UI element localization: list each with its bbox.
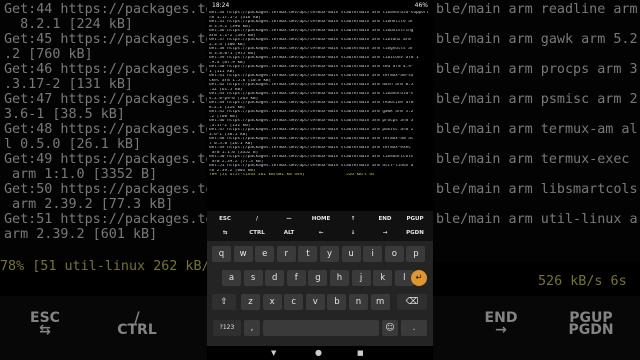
background-line: .2 [760 kB]: [4, 47, 93, 62]
backspace-icon[interactable]: ⌫: [397, 294, 427, 310]
background-right-line: ble/main arm readline arm: [436, 2, 638, 17]
key-a[interactable]: a: [222, 270, 241, 286]
extra-keys-bar: ESC / — HOME ↑ END PGUP ⇆ CTRL ALT ← ↓ →…: [207, 211, 433, 241]
key-w[interactable]: w: [233, 246, 253, 262]
navigation-bar: ▼ ● ■: [207, 346, 433, 360]
comma-key[interactable]: ,: [244, 320, 260, 336]
key-c[interactable]: c: [284, 294, 304, 310]
background-line: Get:51 https://packages.te: [4, 212, 214, 227]
background-right-line: ble/main arm gawk arm 5.2: [436, 32, 638, 47]
extra-key-tab[interactable]: ⇆: [207, 230, 243, 236]
background-right-line: ble/main arm psmisc arm 2: [436, 92, 638, 107]
bg-key-right: →: [495, 322, 507, 338]
home-icon[interactable]: ●: [315, 348, 322, 357]
background-right-line: ble/main arm libsmartcols: [436, 182, 638, 197]
key-j[interactable]: j: [351, 270, 371, 286]
key-i[interactable]: i: [363, 246, 383, 262]
keyboard-row-2: a s d f g h j k l ↵: [207, 268, 433, 288]
background-line: 8.2.1 [224 kB]: [4, 17, 133, 32]
back-icon[interactable]: ▼: [271, 349, 276, 357]
bg-key-ctrl: CTRL: [117, 322, 157, 338]
background-line: l 0.5.0 [26.1 kB]: [4, 137, 142, 152]
key-q[interactable]: q: [212, 246, 231, 262]
background-line: Get:47 https://packages.te: [4, 92, 214, 107]
extra-key-down[interactable]: ↓: [335, 230, 371, 236]
key-t[interactable]: t: [298, 246, 318, 262]
background-progress-right: 526 kB/s 6s: [538, 274, 627, 289]
background-line: Get:48 https://packages.te: [4, 122, 214, 137]
status-time: 18:24: [212, 2, 230, 9]
key-z[interactable]: z: [241, 294, 260, 310]
key-m[interactable]: m: [370, 294, 390, 310]
background-line: Get:46 https://packages.te: [4, 62, 214, 77]
key-n[interactable]: n: [349, 294, 368, 310]
background-right-line: ble/main arm procps arm 3: [436, 62, 638, 77]
status-bar: 18:24 46%: [207, 0, 433, 10]
background-line: Get:44 https://packages.te: [4, 2, 214, 17]
background-line: Get:50 https://packages.te: [4, 182, 214, 197]
keyboard-row-4: ?123 , ☺ .: [207, 318, 433, 338]
background-right-line: ble/main arm termux-am al: [436, 122, 638, 137]
terminal-line: Get:45 https://packages.termux.dev/apt/t…: [209, 110, 414, 114]
emoji-key[interactable]: ☺: [382, 320, 398, 336]
key-e[interactable]: e: [255, 246, 275, 262]
background-line: arm 2.39.2 [601 kB]: [4, 227, 158, 242]
shift-icon[interactable]: ⇧: [212, 294, 236, 310]
extra-key-pgup[interactable]: PGUP: [397, 216, 433, 222]
keyboard-row-1: qwertyuiop: [207, 244, 433, 264]
period-key[interactable]: .: [401, 320, 427, 336]
background-line: arm 1:1.0 [3352 B]: [4, 167, 158, 182]
extra-key-alt[interactable]: ALT: [271, 230, 307, 236]
background-line: arm 2.39.2 [77.3 kB]: [4, 197, 174, 212]
extra-key-up[interactable]: ↑: [335, 216, 371, 222]
background-line: Get:45 https://packages.te: [4, 32, 214, 47]
extra-key-pgdn[interactable]: PGDN: [397, 230, 433, 236]
key-d[interactable]: d: [265, 270, 285, 286]
key-o[interactable]: o: [384, 246, 404, 262]
terminal-output[interactable]: Get:34 https://packages.termux.dev/apt/t…: [209, 11, 431, 209]
key-b[interactable]: b: [327, 294, 347, 310]
space-bar[interactable]: [263, 320, 379, 336]
key-g[interactable]: g: [308, 270, 328, 286]
background-line: 3.6-1 [38.5 kB]: [4, 107, 125, 122]
download-progress-line: 78% [51 util-linux 262 kB/601 kB 44%] 52…: [209, 173, 375, 177]
key-u[interactable]: u: [341, 246, 361, 262]
extra-key-home[interactable]: HOME: [303, 216, 339, 222]
status-battery: 46%: [414, 2, 428, 9]
background-line: .3.17-2 [131 kB]: [4, 77, 133, 92]
soft-keyboard: qwertyuiop a s d f g h j k l ↵ z x c v b n m ⇧ ⌫ ?123 , ☺…: [207, 241, 433, 346]
phone-screen: 18:24 46% Get:34 https://packages.termux…: [207, 0, 433, 360]
keyboard-row-3: z x c v b n m ⇧ ⌫: [207, 292, 433, 312]
key-p[interactable]: p: [406, 246, 426, 262]
background-right-line: ble/main arm termux-exec: [436, 152, 630, 167]
extra-key-esc[interactable]: ESC: [207, 216, 243, 222]
background-line: Get:49 https://packages.te: [4, 152, 214, 167]
key-f[interactable]: f: [286, 270, 306, 286]
background-progress-left: 78% [51 util-linux 262 kB/: [0, 259, 210, 274]
key-v[interactable]: v: [305, 294, 325, 310]
extra-key-dash[interactable]: —: [271, 216, 307, 222]
terminal-line: Get:40 https://packages.termux.dev/apt/t…: [209, 65, 414, 69]
bg-key-tab: ⇆: [39, 322, 51, 338]
enter-icon[interactable]: ↵: [411, 270, 427, 286]
extra-key-left[interactable]: ←: [303, 230, 339, 236]
key-s[interactable]: s: [243, 270, 263, 286]
extra-key-slash[interactable]: /: [239, 216, 275, 222]
key-k[interactable]: k: [373, 270, 393, 286]
bg-key-pgdn: PGDN: [568, 322, 614, 338]
key-y[interactable]: y: [320, 246, 339, 262]
key-x[interactable]: x: [262, 294, 282, 310]
background-right-line: ble/main arm util-linux a: [436, 212, 638, 227]
symbols-key[interactable]: ?123: [213, 320, 241, 336]
extra-key-ctrl[interactable]: CTRL: [239, 230, 275, 236]
key-r[interactable]: r: [276, 246, 296, 262]
key-h[interactable]: h: [330, 270, 349, 286]
recents-icon[interactable]: ■: [357, 349, 364, 357]
